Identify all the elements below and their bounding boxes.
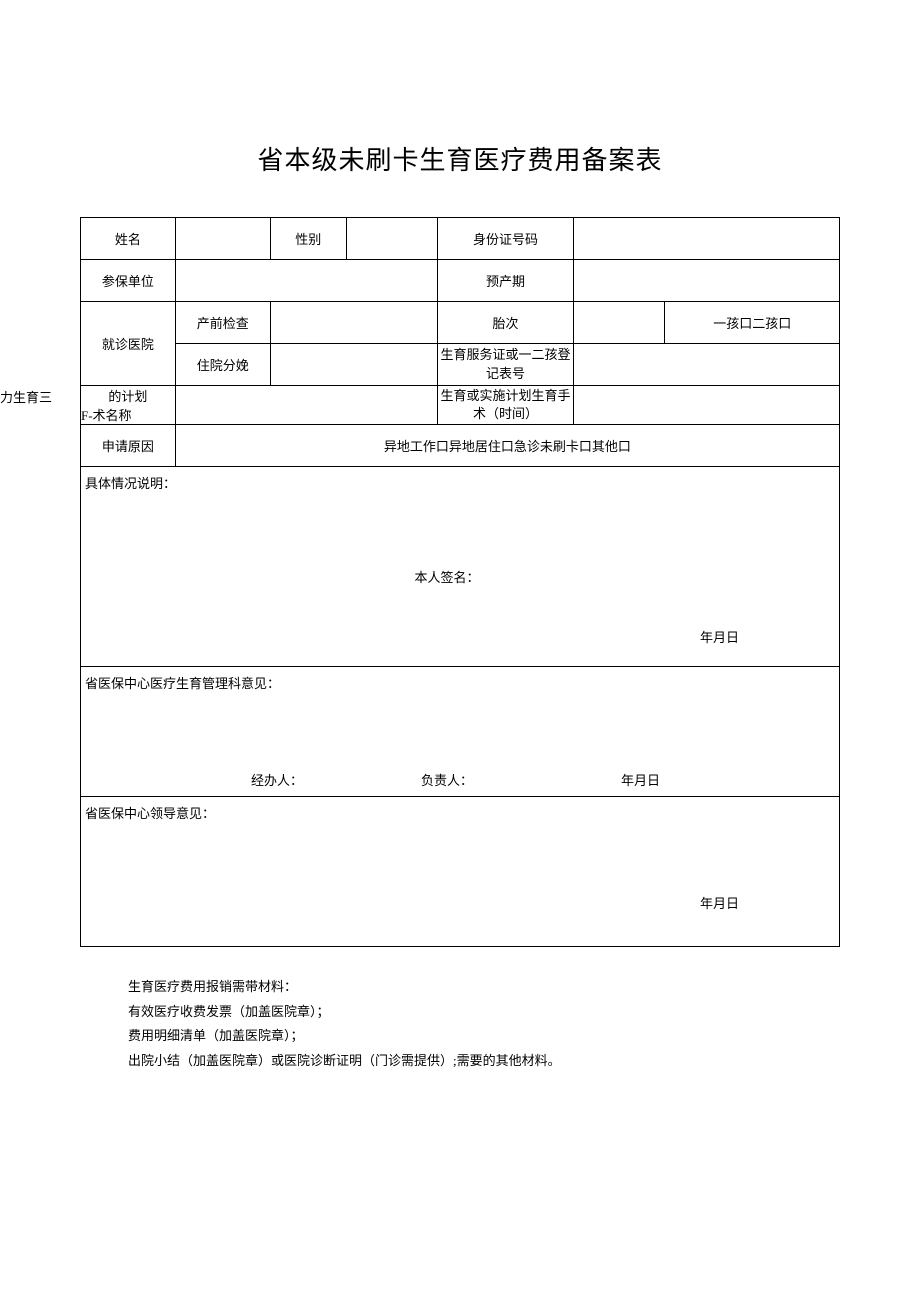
fuze-label: 负责人： xyxy=(421,770,473,789)
label-hospital: 就诊医院 xyxy=(81,302,176,386)
form-table: 姓名 性别 身份证号码 参保单位 预产期 就诊医院 产前检查 胎次 一孩口二孩口… xyxy=(80,217,840,947)
footer-line-2: 有效医疗收费发票（加盖医院章）； xyxy=(128,1000,840,1025)
f-operation-label: F-术名称 xyxy=(81,405,175,424)
footer-notes: 生育医疗费用报销需带材料： 有效医疗收费发票（加盖医院章）； 费用明细清单（加盖… xyxy=(80,975,840,1074)
label-birth-order: 胎次 xyxy=(437,302,574,344)
shili-prefix: 实力生育三 xyxy=(0,387,52,406)
label-gender: 性别 xyxy=(270,218,346,260)
detail-description-cell[interactable]: 具体情况说明： 本人签名： 年月日 xyxy=(81,467,840,667)
value-birth-time[interactable] xyxy=(574,386,840,425)
value-birth-order[interactable] xyxy=(574,302,665,344)
value-name[interactable] xyxy=(175,218,270,260)
value-prenatal-hospital[interactable] xyxy=(270,302,437,344)
opinion1-cell[interactable]: 省医保中心医疗生育管理科意见： 经办人： 负责人： 年月日 xyxy=(81,667,840,797)
label-id-number: 身份证号码 xyxy=(437,218,574,260)
value-id-number[interactable] xyxy=(574,218,840,260)
label-prenatal: 产前检查 xyxy=(175,302,270,344)
self-sign-label: 本人签名： xyxy=(415,567,480,586)
opinion2-date: 年月日 xyxy=(700,893,739,912)
jingban-label: 经办人： xyxy=(251,770,303,789)
footer-line-4: 出院小结（加盖医院章）或医院诊断证明（门诊需提供）;需要的其他材料。 xyxy=(128,1049,840,1074)
value-operation[interactable] xyxy=(175,386,437,425)
value-gender[interactable] xyxy=(346,218,437,260)
reason-options[interactable]: 异地工作口异地居住口急诊未刷卡口其他口 xyxy=(175,425,839,467)
label-birth-time: 生育或实施计划生育手术（时间） xyxy=(437,386,574,425)
label-name: 姓名 xyxy=(81,218,176,260)
footer-line-1: 生育医疗费用报销需带材料： xyxy=(128,975,840,1000)
label-expected-date: 预产期 xyxy=(437,260,574,302)
opinion1-label: 省医保中心医疗生育管理科意见： xyxy=(85,673,280,692)
birth-order-options[interactable]: 一孩口二孩口 xyxy=(665,302,840,344)
label-inpatient: 住院分娩 xyxy=(175,344,270,386)
label-insured-unit: 参保单位 xyxy=(81,260,176,302)
value-expected-date[interactable] xyxy=(574,260,840,302)
value-insured-unit[interactable] xyxy=(175,260,437,302)
page-title: 省本级未刷卡生育医疗费用备案表 xyxy=(80,140,840,177)
opinion2-cell[interactable]: 省医保中心领导意见： 年月日 xyxy=(81,797,840,947)
label-apply-reason: 申请原因 xyxy=(81,425,176,467)
label-birth-cert: 生育服务证或一二孩登记表号 xyxy=(437,344,574,386)
detail-desc-label: 具体情况说明： xyxy=(85,473,176,492)
desc-date: 年月日 xyxy=(700,627,739,646)
label-plan: 实力生育三 的计划 F-术名称 xyxy=(81,386,176,425)
value-inpatient-hospital[interactable] xyxy=(270,344,437,386)
plan-label-text: 的计划 xyxy=(108,389,147,404)
value-birth-cert[interactable] xyxy=(574,344,840,386)
opinion2-label: 省医保中心领导意见： xyxy=(85,803,215,822)
opinion1-date: 年月日 xyxy=(621,770,660,789)
footer-line-3: 费用明细清单（加盖医院章）； xyxy=(128,1024,840,1049)
